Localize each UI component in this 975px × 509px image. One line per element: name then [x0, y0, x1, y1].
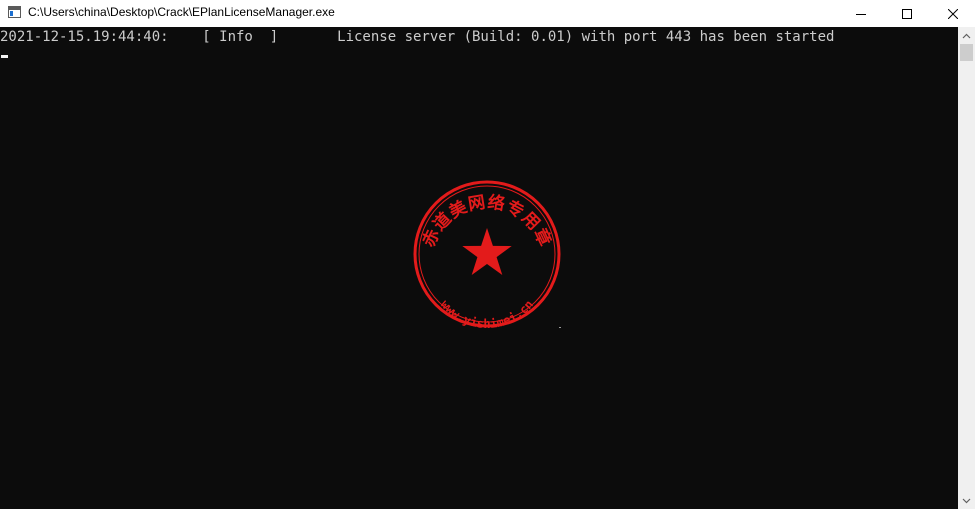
title-bar[interactable]: C:\Users\china\Desktop\Crack\EPlanLicens… — [0, 0, 975, 27]
text-cursor — [1, 55, 8, 58]
scroll-up-button[interactable] — [958, 27, 975, 44]
vertical-scrollbar[interactable] — [958, 27, 975, 509]
star-icon — [462, 228, 512, 275]
window-title: C:\Users\china\Desktop\Crack\EPlanLicens… — [28, 5, 335, 19]
close-icon — [948, 8, 958, 19]
console-window: C:\Users\china\Desktop\Crack\EPlanLicens… — [0, 0, 975, 509]
seal-bottom-text: www.yishimei.cn — [438, 297, 536, 330]
minimize-icon — [856, 13, 866, 15]
console-line: 2021-12-15.19:44:40: [ Info ] License se… — [0, 29, 835, 45]
scroll-down-arrow-icon — [962, 498, 971, 503]
maximize-icon — [902, 8, 912, 19]
scroll-down-button[interactable] — [958, 492, 975, 509]
maximize-button[interactable] — [884, 0, 930, 27]
scroll-up-arrow-icon — [962, 33, 971, 38]
minimize-button[interactable] — [838, 0, 884, 27]
pixel-speck — [559, 327, 561, 328]
seal-watermark: 赤道美网络专用章 www.yishimei.cn — [413, 180, 561, 330]
console-app-icon[interactable] — [8, 6, 21, 18]
close-button[interactable] — [930, 0, 975, 27]
scrollbar-thumb[interactable] — [960, 44, 973, 61]
